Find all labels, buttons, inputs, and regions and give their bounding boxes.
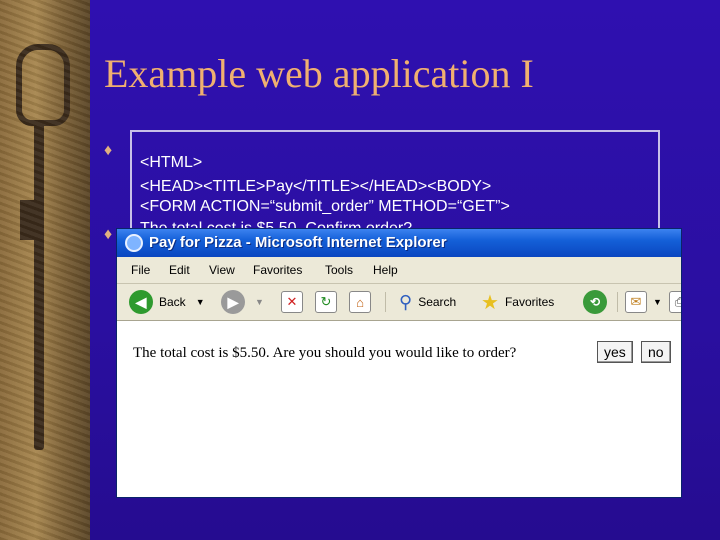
favorites-button[interactable]: ★ Favorites [481,284,554,320]
order-message: The total cost is $5.50. Are you should … [133,345,517,361]
browser-titlebar[interactable]: Pay for Pizza - Microsoft Internet Explo… [117,229,681,257]
page-content: The total cost is $5.50. Are you should … [117,321,681,497]
stop-button[interactable]: ✕ [281,284,303,320]
code-line: <FORM ACTION=“submit_order” METHOD=“GET”… [140,198,510,215]
print-button[interactable]: ⎙ [669,284,681,320]
menu-tools[interactable]: Tools [325,263,353,277]
menu-help[interactable]: Help [373,263,398,277]
search-label: Search [418,295,457,309]
no-button[interactable]: no [641,341,671,363]
bullet-2: ♦ [104,226,113,243]
yes-button[interactable]: yes [597,341,633,363]
history-button[interactable]: ⟲ [583,284,607,320]
search-icon: ⚲ [399,291,413,312]
refresh-icon: ↻ [315,291,337,313]
back-label: Back [159,295,186,309]
menu-favorites[interactable]: Favorites [253,263,302,277]
star-icon: ★ [481,291,499,314]
decorative-key-image [0,0,90,540]
search-button[interactable]: ⚲ Search [399,284,456,320]
menu-bar: File Edit View Favorites Tools Help [117,257,681,284]
menu-view[interactable]: View [209,263,235,277]
window-title: Pay for Pizza - Microsoft Internet Explo… [149,234,447,251]
menu-file[interactable]: File [131,263,150,277]
browser-window: Pay for Pizza - Microsoft Internet Explo… [116,228,682,498]
forward-button[interactable]: ▶ ▼ [221,284,264,320]
browser-toolbar: ◀ Back ▼ ▶ ▼ ✕ ↻ ⌂ ⚲ Search ★ Favorites … [117,284,681,321]
toolbar-separator [617,292,618,312]
back-dropdown-icon[interactable]: ▼ [196,297,205,307]
history-icon: ⟲ [583,290,607,314]
key-shaft-shape [34,120,44,450]
home-icon: ⌂ [349,291,371,313]
mail-icon: ✉ [625,291,647,313]
favorites-label: Favorites [504,295,555,309]
ie-logo-icon [125,234,143,252]
forward-arrow-icon: ▶ [221,290,245,314]
toolbar-separator [385,292,386,312]
key-ring-shape [16,44,70,126]
bullet-1: ♦ [104,142,113,159]
print-icon: ⎙ [669,291,681,313]
menu-edit[interactable]: Edit [169,263,190,277]
stop-icon: ✕ [281,291,303,313]
home-button[interactable]: ⌂ [349,284,371,320]
forward-dropdown-icon[interactable]: ▼ [255,297,264,307]
mail-dropdown-icon[interactable]: ▼ [653,297,662,307]
back-button[interactable]: ◀ Back ▼ [129,284,205,320]
back-arrow-icon: ◀ [129,290,153,314]
code-line: <HEAD><TITLE>Pay</TITLE></HEAD><BODY> [140,178,492,195]
code-line: <HTML> [140,154,203,171]
slide-title: Example web application I [104,51,534,96]
mail-button[interactable]: ✉ ▼ [625,284,662,320]
key-bit-shape [20,200,36,240]
refresh-button[interactable]: ↻ [315,284,337,320]
